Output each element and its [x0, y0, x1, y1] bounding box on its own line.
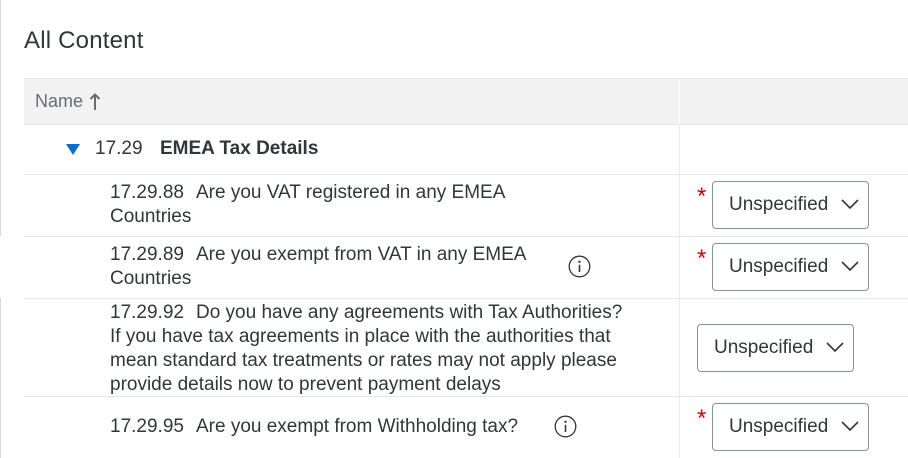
question-number: 17.29.95 — [110, 416, 184, 437]
answer-select-value: Unspecified — [729, 194, 829, 215]
chevron-down-icon — [841, 259, 859, 273]
column-separator — [679, 237, 680, 298]
answer-select[interactable]: Unspecified — [712, 181, 869, 229]
triangle-down-icon[interactable] — [64, 140, 82, 158]
question-text: 17.29.89 Are you exempt from VAT in any E… — [110, 243, 526, 291]
question-line: mean standard tax treatments or rates ma… — [110, 350, 617, 371]
answer-select[interactable]: Unspecified — [712, 243, 869, 291]
answer-select[interactable]: Unspecified — [712, 403, 869, 451]
column-separator — [679, 125, 680, 174]
group-number: 17.29 — [95, 138, 143, 159]
column-separator — [679, 175, 680, 236]
left-border — [0, 298, 1, 458]
table-row: 17.29.95 Are you exempt from Withholding … — [24, 397, 908, 458]
question-line: Countries — [110, 206, 192, 227]
question-line: Are you exempt from VAT in any EMEA — [195, 244, 527, 265]
chevron-down-icon — [826, 340, 844, 354]
question-text: 17.29.92 Do you have any agreements with … — [110, 301, 622, 397]
required-indicator: * — [697, 183, 707, 210]
question-number: 17.29.89 — [110, 244, 184, 265]
arrow-up-icon[interactable] — [89, 92, 101, 111]
question-number: 17.29.88 — [110, 182, 184, 203]
column-header-name[interactable]: Name — [35, 91, 101, 112]
info-icon[interactable] — [568, 255, 591, 278]
table-row: 17.29.92 Do you have any agreements with … — [24, 299, 908, 397]
required-indicator: * — [697, 245, 707, 272]
column-separator — [679, 299, 680, 396]
answer-select-value: Unspecified — [729, 256, 829, 277]
question-line: Are you VAT registered in any EMEA — [195, 182, 506, 203]
column-separator — [679, 79, 680, 124]
left-border — [0, 0, 1, 236]
table-row: 17.29.88 Are you VAT registered in any EM… — [24, 175, 908, 237]
question-text: 17.29.95 Are you exempt from Withholding … — [110, 415, 518, 439]
question-line: provide details now to prevent payment d… — [110, 374, 501, 395]
question-line: If you have tax agreements in place with… — [110, 326, 611, 347]
column-separator — [679, 397, 680, 458]
question-number: 17.29.92 — [110, 302, 184, 323]
chevron-down-icon — [841, 419, 859, 433]
column-header-name-label: Name — [35, 91, 84, 111]
question-line: Do you have any agreements with Tax Auth… — [195, 302, 623, 323]
answer-select[interactable]: Unspecified — [697, 324, 854, 372]
group-row: 17.29 EMEA Tax Details — [24, 125, 908, 175]
content-table: Name 17.29 EMEA Tax Details 17.29.88 Are… — [24, 78, 908, 458]
question-text: 17.29.88 Are you VAT registered in any EM… — [110, 181, 505, 229]
page-title: All Content — [24, 27, 144, 54]
question-line: Are you exempt from Withholding tax? — [195, 416, 519, 437]
page: All Content Name 17.29 EMEA Tax Details … — [0, 0, 908, 458]
group-title: EMEA Tax Details — [160, 138, 319, 159]
question-line: Countries — [110, 268, 192, 289]
chevron-down-icon — [841, 197, 859, 211]
info-icon[interactable] — [554, 415, 577, 438]
answer-select-value: Unspecified — [714, 337, 814, 358]
table-row: 17.29.89 Are you exempt from VAT in any E… — [24, 237, 908, 299]
table-header: Name — [24, 78, 908, 125]
required-indicator: * — [697, 405, 707, 432]
answer-select-value: Unspecified — [729, 416, 829, 437]
